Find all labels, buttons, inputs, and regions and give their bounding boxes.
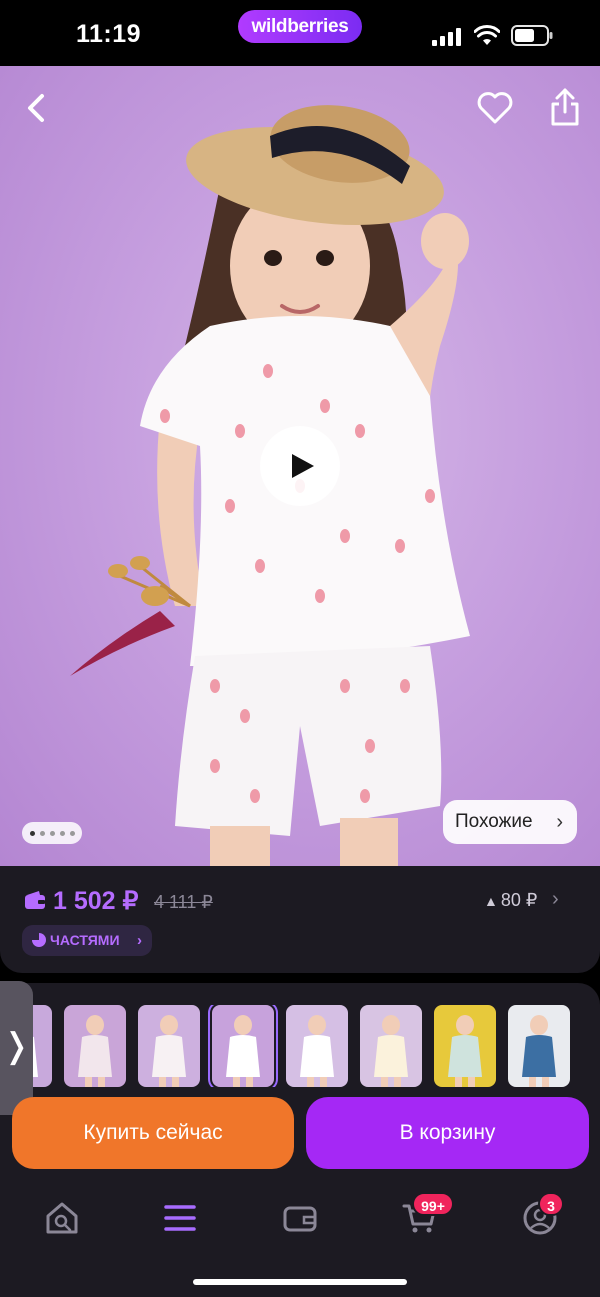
wallet-icon[interactable]: [280, 1198, 320, 1238]
old-price: 4 111 ₽: [154, 892, 213, 912]
similar-products-button[interactable]: Похожие ›: [443, 800, 577, 844]
home-search-icon[interactable]: [42, 1198, 82, 1238]
thumbnail-photo: [226, 1015, 260, 1087]
installments-button[interactable]: ЧАСТЯМИ ›: [22, 925, 152, 956]
thumbnail-photo: [522, 1015, 556, 1087]
thumb-5[interactable]: [286, 1005, 348, 1087]
thumbnail-photo: [300, 1015, 334, 1087]
status-bar: 11:19 wildberries: [0, 0, 600, 66]
pie-chart-icon: [32, 933, 46, 947]
thumb-3[interactable]: [138, 1005, 200, 1087]
thumb-8[interactable]: [508, 1005, 570, 1087]
chevron-right-icon: ›: [556, 811, 563, 833]
thumb-4[interactable]: [208, 1005, 278, 1087]
pager-dot: [69, 830, 75, 836]
thumbnail-photo: [78, 1015, 112, 1087]
thumb-7[interactable]: [434, 1005, 496, 1087]
similar-label: Похожие: [455, 811, 533, 832]
play-video-button[interactable]: [260, 426, 340, 506]
brand-logo: wildberries: [238, 10, 362, 43]
pager-dot: [29, 830, 35, 836]
buy-now-button[interactable]: Купить сейчас: [12, 1097, 294, 1169]
triangle-up-icon: ▲: [484, 893, 498, 909]
wallet-price-icon: [25, 891, 45, 909]
pager-dot: [49, 830, 55, 836]
cashback-value: 80 ₽: [500, 890, 538, 910]
thumbnail-photo: [448, 1015, 482, 1087]
favorite-heart-icon[interactable]: [474, 88, 516, 128]
thumbnail-strip[interactable]: [0, 1005, 600, 1087]
home-indicator: [193, 1279, 407, 1285]
chevron-right-icon[interactable]: ›: [552, 888, 559, 911]
thumb-2[interactable]: [64, 1005, 126, 1087]
image-pager-dots: [22, 822, 82, 844]
price-panel: 1 502 ₽ 4 111 ₽ ▲ 80 ₽ › ЧАСТЯМИ ›: [0, 866, 600, 973]
thumbnail-photo: [152, 1015, 186, 1087]
back-icon[interactable]: [18, 88, 58, 128]
product-image-gallery[interactable]: Похожие ›: [0, 66, 600, 866]
signal-icon: [432, 28, 461, 46]
battery-icon: [511, 25, 553, 46]
pager-dot: [39, 830, 45, 836]
share-icon[interactable]: [546, 86, 584, 128]
status-time: 11:19: [76, 20, 142, 48]
menu-icon[interactable]: [160, 1198, 200, 1238]
current-price: 1 502 ₽: [53, 887, 139, 915]
add-to-cart-button[interactable]: В корзину: [306, 1097, 589, 1169]
play-icon: [292, 454, 314, 478]
cart-badge: 99+: [412, 1192, 454, 1216]
installments-label: ЧАСТЯМИ: [50, 932, 120, 948]
thumbnail-photo: [374, 1015, 408, 1087]
profile-badge: 3: [538, 1192, 564, 1216]
cashback-points[interactable]: ▲ 80 ₽: [484, 890, 537, 911]
pager-dot: [59, 830, 65, 836]
side-expand-handle[interactable]: ❭: [0, 981, 33, 1115]
chevron-right-icon: ›: [137, 932, 142, 949]
thumb-6[interactable]: [360, 1005, 422, 1087]
wifi-icon: [474, 25, 500, 45]
